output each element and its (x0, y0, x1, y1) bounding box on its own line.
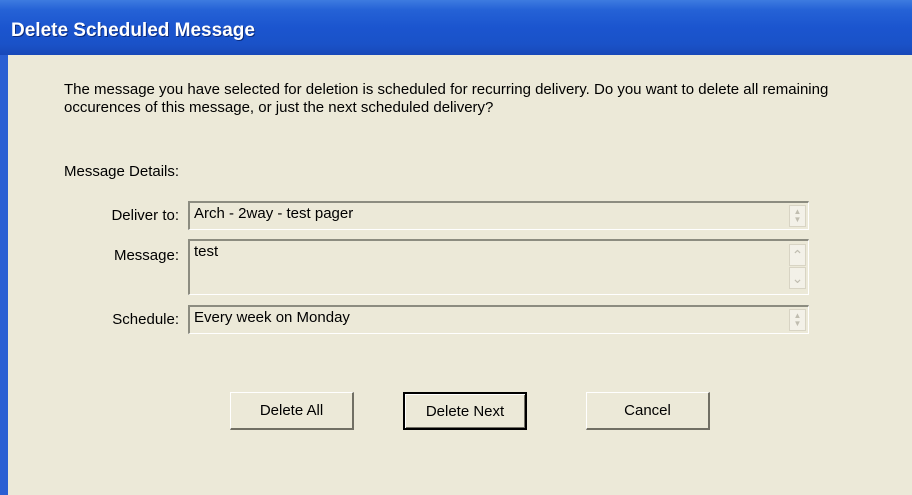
deliver-to-label: Deliver to: (111, 207, 179, 224)
dialog-body: The message you have selected for deleti… (8, 55, 912, 495)
delete-next-button[interactable]: Delete Next (403, 392, 527, 430)
chevron-up-icon: ⌃ (791, 247, 804, 263)
deliver-to-spinner[interactable]: ▲ ▼ (789, 205, 806, 227)
schedule-value: Every week on Monday (194, 309, 350, 326)
schedule-field[interactable]: Every week on Monday ▲ ▼ (188, 305, 809, 334)
schedule-label: Schedule: (112, 311, 179, 328)
delete-all-button[interactable]: Delete All (230, 392, 354, 430)
message-label: Message: (113, 247, 179, 264)
spin-down-icon: ▼ (793, 215, 802, 224)
window-frame-left (0, 55, 8, 495)
deliver-to-value: Arch - 2way - test pager (194, 205, 354, 222)
chevron-down-icon: ⌄ (791, 270, 804, 286)
schedule-spinner[interactable]: ▲ ▼ (789, 309, 806, 331)
spin-down-icon: ▼ (793, 319, 802, 328)
title-bar[interactable]: Delete Scheduled Message (0, 0, 912, 55)
message-scroll-up-button[interactable]: ⌃ (789, 244, 806, 266)
window-title: Delete Scheduled Message (11, 20, 255, 41)
deliver-to-field[interactable]: Arch - 2way - test pager ▲ ▼ (188, 201, 809, 230)
cancel-button[interactable]: Cancel (586, 392, 710, 430)
message-value: test (194, 243, 219, 260)
message-scroll-down-button[interactable]: ⌄ (789, 267, 806, 289)
message-details-heading: Message Details: (64, 163, 180, 180)
message-field[interactable]: test ⌃ ⌄ (188, 239, 809, 295)
delete-scheduled-message-dialog: Delete Scheduled Message The message you… (0, 0, 912, 495)
confirmation-prompt: The message you have selected for deleti… (64, 81, 829, 116)
